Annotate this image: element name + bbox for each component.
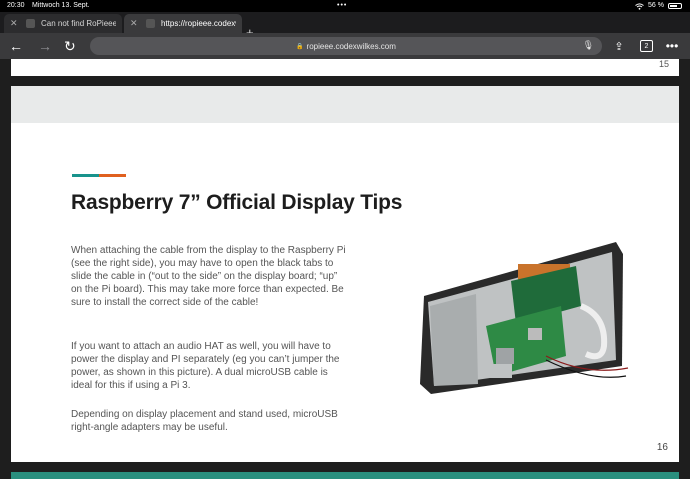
status-date: Mittwoch 13. Sept.	[32, 2, 90, 9]
wifi-icon	[635, 2, 644, 10]
previous-slide: 15	[11, 59, 679, 76]
favicon-icon	[146, 19, 155, 28]
paragraph-cable: When attaching the cable from the displa…	[71, 245, 346, 308]
status-right: 56 %	[635, 0, 682, 12]
slide-header-band	[11, 86, 679, 123]
close-icon[interactable]: ✕	[130, 18, 140, 29]
status-bar: 20:30 Mittwoch 13. Sept. ••• 56 %	[0, 0, 690, 12]
browser-toolbar: ← → ↻ 🔒 ropieee.codexwilkes.com 🎙 ⇪ 2 ••…	[0, 33, 690, 59]
url-text: ropieee.codexwilkes.com	[306, 41, 396, 51]
battery-percent: 56 %	[648, 2, 664, 9]
page-number: 16	[656, 442, 668, 453]
slide: Raspberry 7” Official Display Tips When …	[11, 86, 679, 462]
page-content[interactable]: 15 Raspberry 7” Official Display Tips Wh…	[0, 59, 690, 479]
status-time: 20:30	[7, 2, 25, 9]
tab-bar: ✕ Can not find RoPieee XL ✕ https://ropi…	[0, 12, 690, 40]
accent-bar-teal	[72, 174, 99, 177]
forward-icon[interactable]: →	[38, 37, 52, 55]
paragraph-placement: Depending on display placement and stand…	[71, 409, 338, 433]
mic-icon[interactable]: 🎙	[583, 40, 594, 51]
slide-title: Raspberry 7” Official Display Tips	[71, 191, 403, 214]
more-icon[interactable]: •••	[665, 37, 679, 55]
accent-bar-orange	[99, 174, 126, 177]
page-number: 15	[658, 59, 669, 69]
tabs-icon[interactable]: 2	[640, 40, 653, 52]
tab-ropieee-codexwilkes[interactable]: ✕ https://ropieee.codexwilk	[124, 14, 242, 33]
back-icon[interactable]: ←	[9, 37, 23, 55]
display-photo	[420, 242, 629, 394]
address-bar[interactable]: 🔒 ropieee.codexwilkes.com 🎙	[90, 37, 602, 55]
tab-title: https://ropieee.codexwilk	[161, 19, 236, 28]
battery-icon	[668, 3, 682, 9]
close-icon[interactable]: ✕	[10, 18, 20, 29]
share-icon[interactable]: ⇪	[612, 37, 626, 55]
reload-icon[interactable]: ↻	[64, 37, 76, 55]
lock-icon: 🔒	[296, 43, 304, 50]
tab-title: Can not find RoPieee XL	[41, 19, 116, 28]
tab-ropieee-forum[interactable]: ✕ Can not find RoPieee XL	[4, 14, 122, 33]
favicon-icon	[26, 19, 35, 28]
multitask-dots[interactable]: •••	[337, 0, 347, 12]
next-slide-edge	[11, 472, 679, 479]
paragraph-audio-hat: If you want to attach an audio HAT as we…	[71, 341, 340, 391]
